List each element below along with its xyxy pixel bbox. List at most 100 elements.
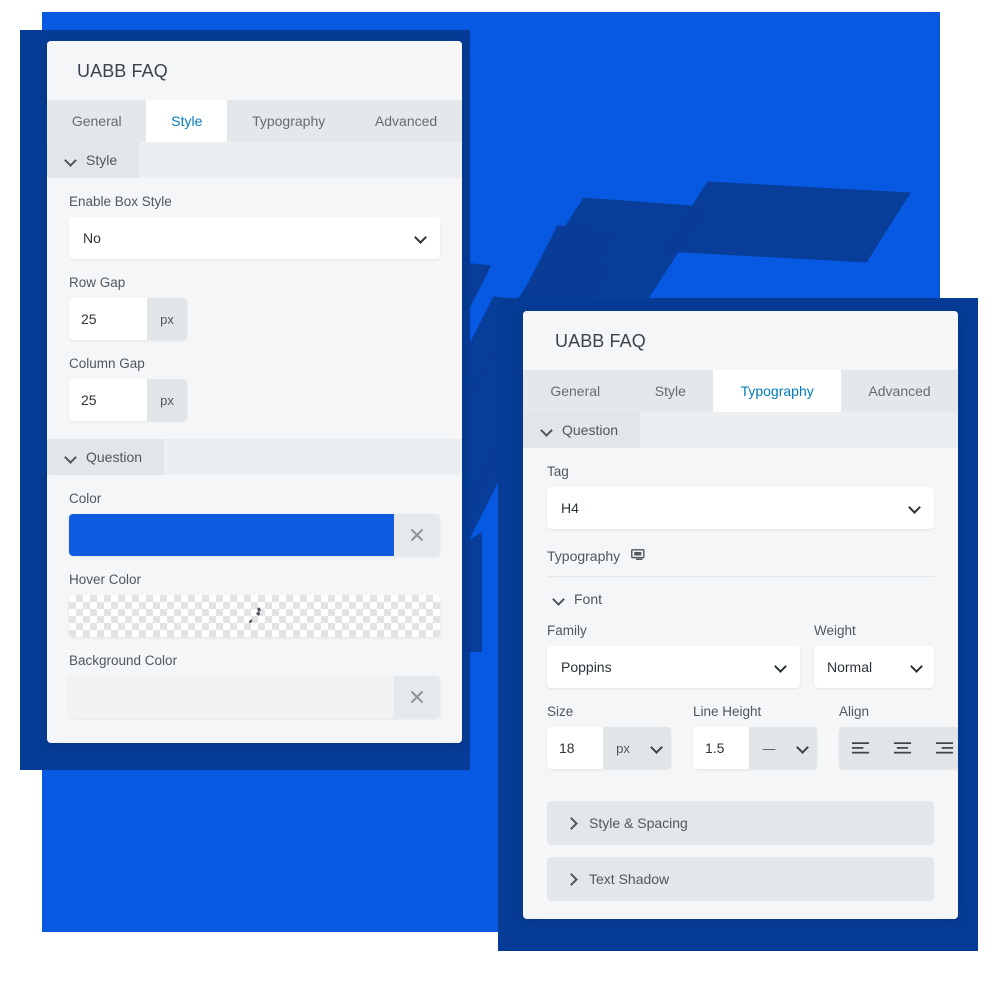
- tab-typography[interactable]: Typography: [713, 370, 842, 412]
- clear-background-color-button[interactable]: [394, 676, 440, 718]
- font-weight-select[interactable]: Normal: [814, 646, 934, 688]
- section-header-filler: [139, 142, 462, 178]
- selected-value: H4: [561, 500, 579, 516]
- chevron-down-icon: [553, 593, 565, 605]
- field-label: Weight: [814, 623, 856, 638]
- field-weight: Weight Normal: [814, 623, 934, 688]
- settings-panel-style: UABB FAQ General Style Typography Advanc…: [47, 41, 462, 743]
- section-header-style[interactable]: Style: [47, 142, 462, 178]
- row-gap-input-group[interactable]: 25 px: [69, 298, 187, 340]
- field-background-color: Background Color: [69, 637, 440, 742]
- typography-responsive-row: Typography: [547, 529, 934, 577]
- size-lineheight-align-row: Size 18 px Line Height 1.5 — Align: [547, 688, 958, 769]
- section-header-question[interactable]: Question: [47, 439, 462, 475]
- line-height-input[interactable]: 1.5: [693, 727, 749, 769]
- tab-general[interactable]: General: [523, 370, 627, 412]
- font-family-weight-row: Family Poppins Weight Normal: [547, 611, 934, 688]
- tab-general[interactable]: General: [47, 100, 146, 142]
- section-header-filler: [640, 412, 958, 448]
- selected-value: No: [83, 230, 101, 246]
- tab-style[interactable]: Style: [146, 100, 228, 142]
- section-header-filler: [164, 439, 462, 475]
- field-label: Row Gap: [69, 275, 126, 290]
- field-label: Line Height: [693, 704, 762, 719]
- field-size: Size 18 px: [547, 704, 671, 769]
- field-align: Align: [839, 704, 958, 769]
- font-subsection-header[interactable]: Font: [547, 577, 934, 611]
- chevron-down-icon: [416, 233, 426, 243]
- color-swatch[interactable]: [69, 514, 394, 556]
- tab-style[interactable]: Style: [627, 370, 713, 412]
- color-picker-row[interactable]: [69, 514, 440, 556]
- field-hover-color: Hover Color: [69, 556, 440, 637]
- field-label: Background Color: [69, 653, 178, 668]
- close-icon: [409, 689, 425, 705]
- tab-advanced[interactable]: Advanced: [841, 370, 958, 412]
- hover-color-swatch-transparent[interactable]: [69, 595, 440, 637]
- field-label: Family: [547, 623, 587, 638]
- column-gap-input[interactable]: 25: [69, 379, 147, 421]
- tag-select[interactable]: H4: [547, 487, 934, 529]
- field-label: Tag: [547, 464, 569, 479]
- screenshot-root: UABB FAQ General Style Typography Advanc…: [0, 0, 1000, 1000]
- field-row-gap: Row Gap 25 px: [69, 259, 440, 340]
- chevron-down-icon: [541, 424, 553, 436]
- column-gap-input-group[interactable]: 25 px: [69, 379, 187, 421]
- line-height-unit: —: [749, 727, 789, 769]
- tab-bar: General Style Typography Advanced: [523, 370, 958, 412]
- accordion-text-shadow[interactable]: Text Shadow: [547, 857, 934, 901]
- chevron-down-icon: [912, 662, 922, 672]
- field-label: Size: [547, 704, 574, 719]
- panel-title: UABB FAQ: [523, 311, 958, 370]
- line-height-unit-chevron-down-icon[interactable]: [789, 727, 817, 769]
- field-label: Align: [839, 704, 870, 719]
- eyedropper-icon: [248, 607, 261, 624]
- section-header-question[interactable]: Question: [523, 412, 958, 448]
- field-label: Color: [69, 491, 102, 506]
- background-color-swatch[interactable]: [69, 676, 394, 718]
- chevron-down-icon: [65, 154, 77, 166]
- field-column-gap: Column Gap 25 px: [69, 340, 440, 421]
- align-right-icon: [935, 742, 953, 754]
- align-left-icon: [851, 742, 869, 754]
- field-line-height: Line Height 1.5 —: [693, 704, 817, 769]
- tab-advanced[interactable]: Advanced: [350, 100, 462, 142]
- accordion-label: Style & Spacing: [589, 815, 688, 831]
- tab-bar: General Style Typography Advanced: [47, 100, 462, 142]
- tab-typography[interactable]: Typography: [227, 100, 350, 142]
- clear-color-button[interactable]: [394, 514, 440, 556]
- align-left-button[interactable]: [839, 727, 881, 769]
- font-size-unit-chevron-down-icon[interactable]: [643, 727, 671, 769]
- selected-value: Poppins: [561, 659, 612, 675]
- enable-box-style-select[interactable]: No: [69, 217, 440, 259]
- section-label: Question: [86, 449, 143, 465]
- font-family-select[interactable]: Poppins: [547, 646, 800, 688]
- field-family: Family Poppins: [547, 623, 800, 688]
- font-size-input[interactable]: 18: [547, 727, 603, 769]
- accordion-style-and-spacing[interactable]: Style & Spacing: [547, 801, 934, 845]
- align-right-button[interactable]: [923, 727, 958, 769]
- question-style-fields: Color Hover Color Background Color: [47, 475, 462, 742]
- align-center-button[interactable]: [881, 727, 923, 769]
- field-label: Column Gap: [69, 356, 145, 371]
- typography-fields: Tag H4 Typography Font Family Poppins We…: [523, 448, 958, 901]
- chevron-down-icon: [910, 503, 920, 513]
- chevron-right-icon: [565, 817, 577, 829]
- field-label: Enable Box Style: [69, 194, 172, 209]
- field-color: Color: [69, 475, 440, 556]
- background-color-picker-row[interactable]: [69, 676, 440, 718]
- row-gap-input[interactable]: 25: [69, 298, 147, 340]
- row-gap-unit: px: [147, 298, 187, 340]
- field-tag: Tag H4: [547, 448, 934, 529]
- line-height-input-group[interactable]: 1.5 —: [693, 727, 817, 769]
- typography-label: Typography: [547, 547, 621, 564]
- desktop-monitor-icon[interactable]: [630, 547, 647, 564]
- column-gap-unit: px: [147, 379, 187, 421]
- section-label: Style: [86, 152, 118, 168]
- field-label: Hover Color: [69, 572, 142, 587]
- font-size-input-group[interactable]: 18 px: [547, 727, 671, 769]
- collapsed-accordions: Style & Spacing Text Shadow: [547, 769, 934, 901]
- close-icon: [409, 527, 425, 543]
- font-label: Font: [574, 591, 603, 607]
- text-align-button-group: [839, 727, 958, 769]
